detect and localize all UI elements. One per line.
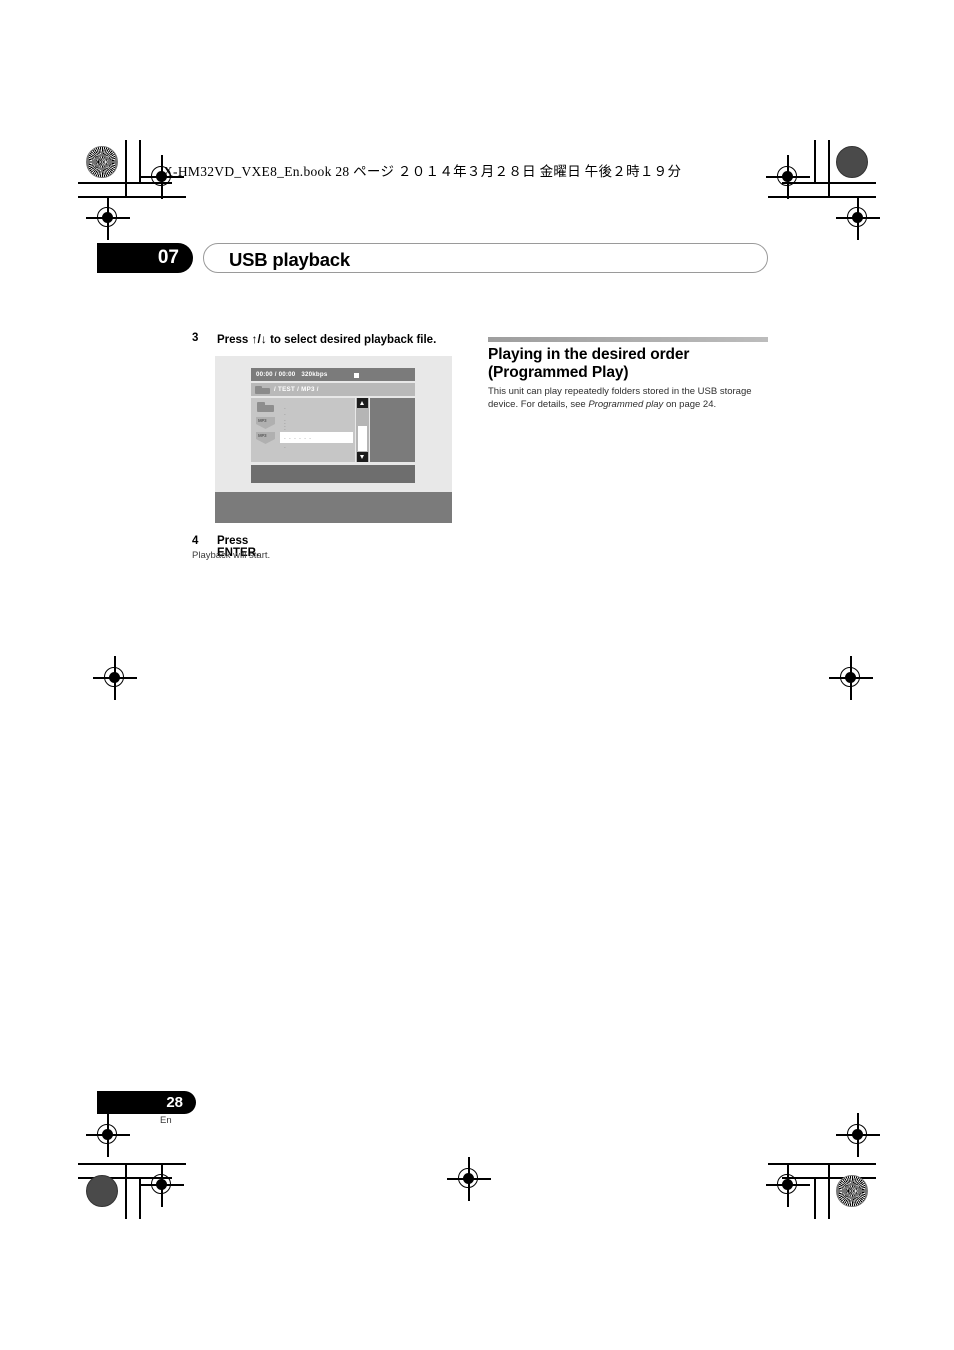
folder-icon <box>255 386 270 394</box>
section-body-reference: Programmed play <box>588 398 664 410</box>
step-4-number: 4 <box>192 535 199 547</box>
crop-line-top-left-v <box>125 140 127 196</box>
registration-burst-bottom-right <box>836 1175 868 1207</box>
osd-screenshot-illustration: 00:00 / 00:00 320kbps / TEST / MP3 / - -… <box>215 356 452 523</box>
page-number-tab: 28 <box>97 1091 196 1114</box>
stop-icon <box>354 372 359 378</box>
mp3-badge-label: MP3 <box>258 417 267 423</box>
section-heading: Playing in the desired order (Programmed… <box>488 346 778 381</box>
osd-path-bar: / TEST / MP3 / <box>251 383 415 396</box>
crop-line-top-right-v <box>828 140 830 196</box>
registration-target-top-right <box>766 155 810 199</box>
osd-scrollbar[interactable] <box>356 398 369 462</box>
section-heading-line2: (Programmed Play) <box>488 363 629 381</box>
section-rule <box>488 337 768 342</box>
scroll-down-arrow-icon[interactable] <box>357 452 368 462</box>
mp3-icon: MP3 <box>256 432 275 444</box>
scrollbar-thumb[interactable] <box>358 426 367 451</box>
registration-burst-top-left <box>86 146 118 178</box>
chapter-number-tab: 07 <box>97 243 193 273</box>
print-slug-line: X-HM32VD_VXE8_En.book 28 ページ ２０１４年３月２８日 … <box>163 164 682 179</box>
registration-target-bottom-right-upper <box>836 1113 880 1157</box>
page-language-label: En <box>160 1115 172 1126</box>
step-3-text-before: Press <box>217 334 249 346</box>
mp3-icon: MP3 <box>256 417 275 429</box>
osd-bottom-bar <box>251 465 415 483</box>
osd-preview-pane <box>370 398 415 462</box>
registration-target-bottom-center <box>447 1157 491 1201</box>
osd-file-list: - - - - - MP3 - - - - - MP3 - - - - - - <box>251 398 355 462</box>
registration-target-bottom-left-upper <box>86 1113 130 1157</box>
registration-target-middle-left <box>93 656 137 700</box>
osd-bitrate: 320kbps <box>301 371 328 378</box>
crop-line-bottom-left-v <box>125 1163 127 1219</box>
crop-line-bottom-right-v2 <box>814 1177 816 1219</box>
osd-path-text: / TEST / MP3 / <box>274 386 319 393</box>
section-body-text: This unit can play repeatedly folders st… <box>488 386 773 411</box>
section-heading-line1: Playing in the desired order <box>488 346 690 363</box>
scroll-up-arrow-icon[interactable] <box>357 398 368 408</box>
registration-circle-top-right <box>836 146 868 178</box>
registration-target-bottom-left <box>140 1163 184 1207</box>
step-3-text: Press ↑/↓ to select desired playback fil… <box>217 332 436 346</box>
registration-target-bottom-right <box>766 1163 810 1207</box>
osd-screen: 00:00 / 00:00 320kbps / TEST / MP3 / - -… <box>251 368 415 485</box>
registration-target-top-left-lower <box>86 196 130 240</box>
folder-icon <box>257 402 274 412</box>
crop-line-bottom-right-v <box>828 1163 830 1219</box>
registration-circle-bottom-left <box>86 1175 118 1207</box>
mp3-badge-label: MP3 <box>258 432 267 438</box>
osd-status-bar: 00:00 / 00:00 320kbps <box>251 368 415 381</box>
list-item-label: - - - - - - <box>284 435 312 442</box>
step-3-text-after: to select desired playback file. <box>270 334 437 346</box>
updown-arrow-icon: ↑/↓ <box>251 332 267 346</box>
osd-time: 00:00 / 00:00 <box>256 371 296 378</box>
crop-line-top-right-v2 <box>814 140 816 182</box>
selection-highlight: - - - - - - <box>280 432 353 443</box>
section-body-part2: on page 24. <box>663 398 717 410</box>
osd-tv-bezel-footer <box>215 492 452 523</box>
registration-target-top-right-lower <box>836 196 880 240</box>
page-title: USB playback <box>229 249 350 270</box>
step-3-number: 3 <box>192 332 199 344</box>
step-4-caption: Playback will start. <box>192 550 271 561</box>
registration-target-middle-right <box>829 656 873 700</box>
